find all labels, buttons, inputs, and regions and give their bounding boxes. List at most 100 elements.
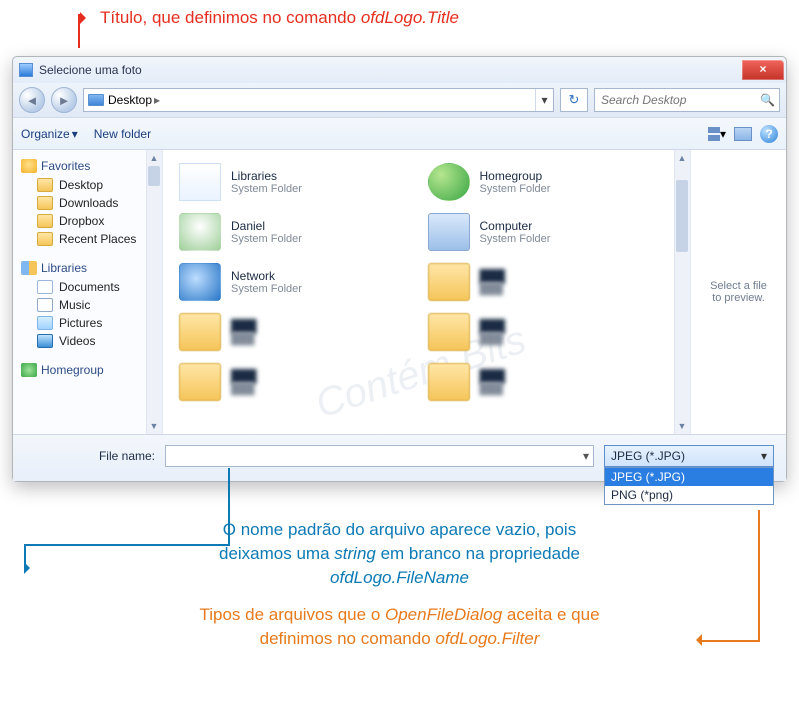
sidebar-item-label: Videos <box>59 334 95 348</box>
scroll-thumb[interactable] <box>676 180 688 252</box>
scroll-thumb[interactable] <box>148 166 160 186</box>
file-item[interactable]: ██████ <box>428 360 665 404</box>
annot-filter-text: Tipos de arquivos que o OpenFileDialog a… <box>0 589 799 651</box>
file-item[interactable]: ██████ <box>428 260 665 304</box>
sidebar-label: Libraries <box>41 261 87 275</box>
filter-option[interactable]: JPEG (*.JPG) <box>605 468 773 486</box>
folder-icon <box>428 263 470 301</box>
network-icon <box>179 263 221 301</box>
sidebar-item-music[interactable]: Music <box>15 296 160 314</box>
file-item[interactable]: ██████ <box>428 310 665 354</box>
videos-icon <box>37 334 53 348</box>
annot-connector <box>24 544 230 546</box>
breadcrumb[interactable]: Desktop ▸ <box>84 89 166 111</box>
chevron-down-icon: ▾ <box>720 127 726 141</box>
preview-text: to preview. <box>710 292 767 304</box>
sidebar-group-homegroup[interactable]: Homegroup <box>15 360 160 380</box>
folder-icon <box>428 313 470 351</box>
address-bar[interactable]: Desktop ▸ ▾ <box>83 88 554 112</box>
annot-stem-title <box>78 14 80 48</box>
filter-dropdown: JPEG (*.JPG) PNG (*png) <box>604 467 774 505</box>
user-icon <box>179 213 221 251</box>
new-folder-button[interactable]: New folder <box>94 127 151 141</box>
chevron-down-icon[interactable]: ▾ <box>583 449 589 463</box>
file-item[interactable]: LibrariesSystem Folder <box>179 160 416 204</box>
filter-selected: JPEG (*.JPG) <box>611 449 685 463</box>
libraries-icon <box>179 163 221 201</box>
files-scrollbar[interactable]: ▲ ▼ <box>674 150 690 434</box>
sidebar-item-pictures[interactable]: Pictures <box>15 314 160 332</box>
search-box[interactable]: 🔍 <box>594 88 780 112</box>
file-item[interactable]: DanielSystem Folder <box>179 210 416 254</box>
search-input[interactable] <box>599 92 756 108</box>
sidebar-item-label: Music <box>59 298 90 312</box>
sidebar-group-libraries[interactable]: Libraries <box>15 258 160 278</box>
sidebar-item-recent[interactable]: Recent Places <box>15 230 160 248</box>
sidebar-item-label: Recent Places <box>59 232 136 246</box>
sidebar-item-label: Dropbox <box>59 214 104 228</box>
dialog-footer: File name: ▾ JPEG (*.JPG) ▾ JPEG (*.JPG)… <box>13 435 786 481</box>
sidebar-item-label: Documents <box>59 280 120 294</box>
sidebar-group-favorites[interactable]: Favorites <box>15 156 160 176</box>
toolbar: Organize ▾ New folder ▾ ? <box>13 118 786 150</box>
annot-title-text: Título, que definimos no comando ofdLogo… <box>0 0 799 28</box>
navbar: ◄ ► Desktop ▸ ▾ ↻ 🔍 <box>13 83 786 118</box>
sidebar-label: Homegroup <box>41 363 104 377</box>
filter-option[interactable]: PNG (*png) <box>605 486 773 504</box>
sidebar-item-desktop[interactable]: Desktop <box>15 176 160 194</box>
homegroup-icon <box>428 163 470 201</box>
grid-icon <box>707 126 719 142</box>
address-dropdown-button[interactable]: ▾ <box>535 89 553 111</box>
pictures-icon <box>37 316 53 330</box>
window-title: Selecione uma foto <box>39 63 742 77</box>
annot-arrow <box>24 562 36 574</box>
scroll-down-icon[interactable]: ▼ <box>674 418 690 434</box>
document-icon <box>37 280 53 294</box>
folder-icon <box>179 363 221 401</box>
filename-input[interactable]: ▾ <box>165 445 594 467</box>
folder-icon <box>428 363 470 401</box>
computer-icon <box>428 213 470 251</box>
sidebar-item-documents[interactable]: Documents <box>15 278 160 296</box>
refresh-icon: ↻ <box>569 92 580 108</box>
refresh-button[interactable]: ↻ <box>560 88 588 112</box>
forward-button[interactable]: ► <box>51 87 77 113</box>
files-pane: Contém Bits LibrariesSystem Folder Homeg… <box>163 150 690 434</box>
help-button[interactable]: ? <box>760 125 778 143</box>
file-item[interactable]: ComputerSystem Folder <box>428 210 665 254</box>
close-button[interactable]: × <box>742 60 784 80</box>
chevron-right-icon[interactable]: ▸ <box>152 93 162 107</box>
annot-connector <box>700 640 760 642</box>
view-mode-button[interactable]: ▾ <box>707 126 726 142</box>
music-icon <box>37 298 53 312</box>
sidebar-item-label: Desktop <box>59 178 103 192</box>
filter-combobox[interactable]: JPEG (*.JPG) ▾ JPEG (*.JPG) PNG (*png) <box>604 445 774 467</box>
sidebar: Favorites Desktop Downloads Dropbox Rece… <box>13 150 163 434</box>
dialog-body: Favorites Desktop Downloads Dropbox Rece… <box>13 150 786 435</box>
sidebar-item-label: Pictures <box>59 316 102 330</box>
scroll-down-icon[interactable]: ▼ <box>146 418 162 434</box>
file-item[interactable]: ██████ <box>179 310 416 354</box>
file-item[interactable]: ██████ <box>179 360 416 404</box>
chevron-down-icon: ▾ <box>761 449 767 463</box>
scroll-up-icon[interactable]: ▲ <box>146 150 162 166</box>
scroll-up-icon[interactable]: ▲ <box>674 150 690 166</box>
sidebar-item-dropbox[interactable]: Dropbox <box>15 212 160 230</box>
annot-arrow-title <box>80 12 92 24</box>
preview-pane-button[interactable] <box>734 127 752 141</box>
folder-icon <box>179 313 221 351</box>
back-icon: ◄ <box>26 93 39 108</box>
sidebar-item-downloads[interactable]: Downloads <box>15 194 160 212</box>
star-icon <box>21 159 37 173</box>
organize-button[interactable]: Organize ▾ <box>21 127 78 141</box>
organize-label: Organize <box>21 127 70 141</box>
sidebar-item-videos[interactable]: Videos <box>15 332 160 350</box>
file-item[interactable]: HomegroupSystem Folder <box>428 160 665 204</box>
sidebar-label: Favorites <box>41 159 90 173</box>
annot-connector <box>758 510 760 640</box>
sidebar-scrollbar[interactable]: ▲ ▼ <box>146 150 162 434</box>
app-icon <box>19 63 33 77</box>
breadcrumb-label: Desktop <box>108 93 152 107</box>
file-item[interactable]: NetworkSystem Folder <box>179 260 416 304</box>
back-button[interactable]: ◄ <box>19 87 45 113</box>
